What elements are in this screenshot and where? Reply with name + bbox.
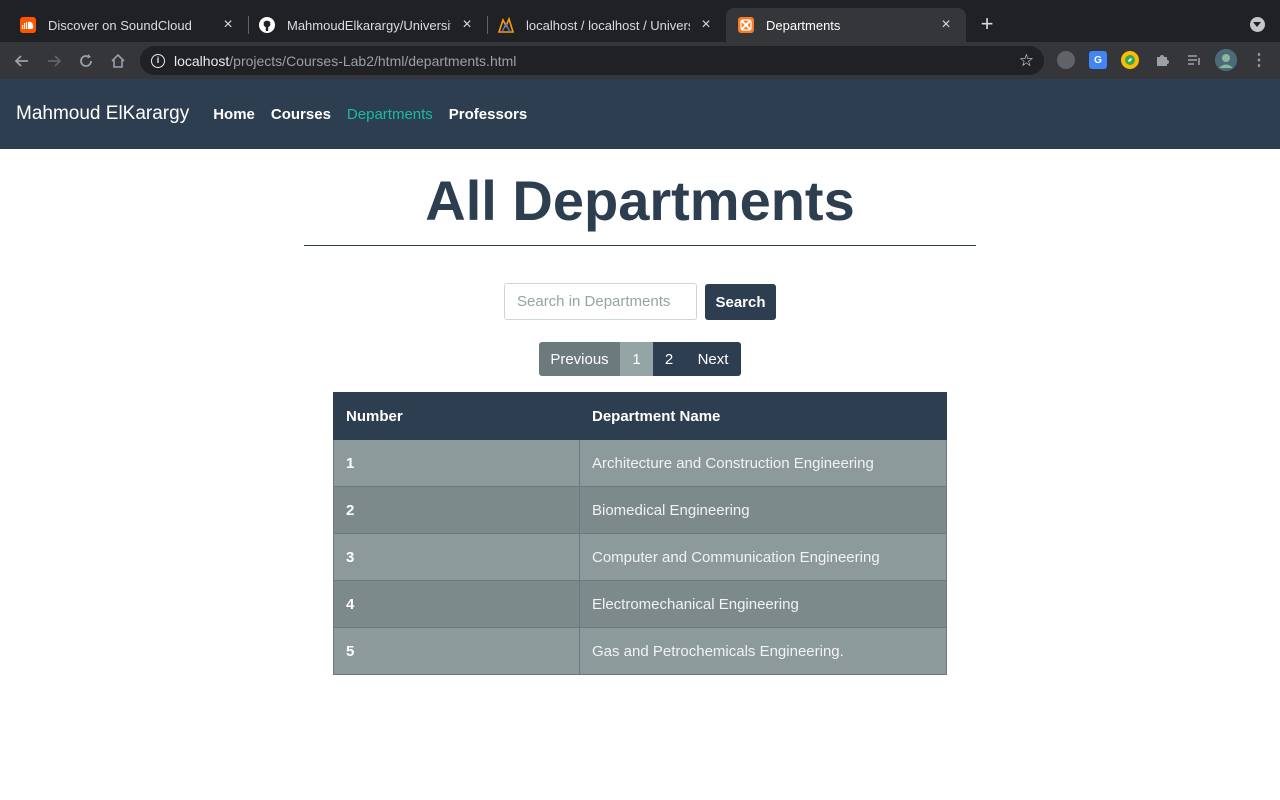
browser-tab-strip: Discover on SoundCloud × MahmoudElkararg… xyxy=(0,0,1280,42)
department-name: Gas and Petrochemicals Engineering. xyxy=(579,627,947,675)
browser-menu-icon[interactable]: ⋮ xyxy=(1250,51,1268,69)
nav-link-home[interactable]: Home xyxy=(213,106,255,123)
xampp-icon xyxy=(738,17,754,33)
phpmyadmin-icon xyxy=(498,17,514,33)
close-tab-icon[interactable]: × xyxy=(459,16,475,34)
page-title: All Departments xyxy=(425,169,855,232)
tab-title: localhost / localhost / Universit xyxy=(526,17,690,33)
pagination-previous[interactable]: Previous xyxy=(539,342,620,376)
back-icon[interactable] xyxy=(10,49,34,73)
column-header-number: Number xyxy=(333,392,580,440)
table-row: 5 Gas and Petrochemicals Engineering. xyxy=(333,627,947,675)
nav-link-courses[interactable]: Courses xyxy=(271,106,331,123)
browser-tab-phpmyadmin[interactable]: localhost / localhost / Universit × xyxy=(486,8,726,42)
forward-icon[interactable] xyxy=(42,49,66,73)
table-header-row: Number Department Name xyxy=(333,392,947,440)
department-name: Electromechanical Engineering xyxy=(579,580,947,628)
table-row: 4 Electromechanical Engineering xyxy=(333,580,947,628)
site-brand[interactable]: Mahmoud ElKarargy xyxy=(16,103,189,125)
table-row: 3 Computer and Communication Engineering xyxy=(333,533,947,581)
department-number: 3 xyxy=(333,533,580,581)
close-tab-icon[interactable]: × xyxy=(938,16,954,34)
department-number: 1 xyxy=(333,439,580,487)
column-header-department-name: Department Name xyxy=(579,392,947,440)
nav-link-professors[interactable]: Professors xyxy=(449,106,527,123)
bookmark-star-icon[interactable]: ☆ xyxy=(1019,52,1034,69)
close-tab-icon[interactable]: × xyxy=(220,16,236,34)
url-text: localhost/projects/Courses-Lab2/html/dep… xyxy=(174,52,517,69)
extension-compass-icon[interactable] xyxy=(1121,51,1139,69)
browser-toolbar: i localhost/projects/Courses-Lab2/html/d… xyxy=(0,42,1280,79)
table-row: 1 Architecture and Construction Engineer… xyxy=(333,439,947,487)
title-divider xyxy=(304,245,976,246)
nav-link-departments[interactable]: Departments xyxy=(347,106,433,123)
department-name: Architecture and Construction Engineerin… xyxy=(579,439,947,487)
tab-title: Departments xyxy=(766,17,841,33)
pagination: Previous 1 2 Next xyxy=(539,342,741,376)
departments-table: Number Department Name 1 Architecture an… xyxy=(333,392,947,675)
pagination-page-1[interactable]: 1 xyxy=(620,342,653,376)
department-number: 5 xyxy=(333,627,580,675)
extension-moon-icon[interactable] xyxy=(1057,51,1075,69)
search-button[interactable]: Search xyxy=(705,284,776,320)
close-tab-icon[interactable]: × xyxy=(698,16,714,34)
table-row: 2 Biomedical Engineering xyxy=(333,486,947,534)
search-input[interactable] xyxy=(504,283,697,320)
browser-tab-departments[interactable]: Departments × xyxy=(726,8,966,42)
browser-tab-soundcloud[interactable]: Discover on SoundCloud × xyxy=(8,8,248,42)
tab-title: Discover on SoundCloud xyxy=(48,17,192,33)
google-translate-icon[interactable]: G xyxy=(1089,51,1107,69)
github-icon xyxy=(259,17,275,33)
department-name: Computer and Communication Engineering xyxy=(579,533,947,581)
department-number: 2 xyxy=(333,486,580,534)
pagination-next[interactable]: Next xyxy=(685,342,741,376)
reload-icon[interactable] xyxy=(74,49,98,73)
tab-search-icon[interactable] xyxy=(1250,17,1265,32)
profile-avatar[interactable] xyxy=(1215,49,1237,71)
tab-title: MahmoudElkarargy/University- xyxy=(287,17,451,33)
address-bar[interactable]: i localhost/projects/Courses-Lab2/html/d… xyxy=(140,46,1044,75)
browser-tab-github[interactable]: MahmoudElkarargy/University- × xyxy=(247,8,487,42)
extensions-puzzle-icon[interactable] xyxy=(1153,51,1171,69)
department-name: Biomedical Engineering xyxy=(579,486,947,534)
new-tab-icon[interactable]: + xyxy=(975,13,999,37)
site-navbar: Mahmoud ElKarargy Home Courses Departmen… xyxy=(0,79,1280,149)
department-number: 4 xyxy=(333,580,580,628)
pagination-page-2[interactable]: 2 xyxy=(653,342,685,376)
info-icon[interactable]: i xyxy=(151,53,165,68)
home-icon[interactable] xyxy=(106,49,130,73)
reading-list-icon[interactable] xyxy=(1185,51,1203,69)
soundcloud-icon xyxy=(20,17,36,33)
